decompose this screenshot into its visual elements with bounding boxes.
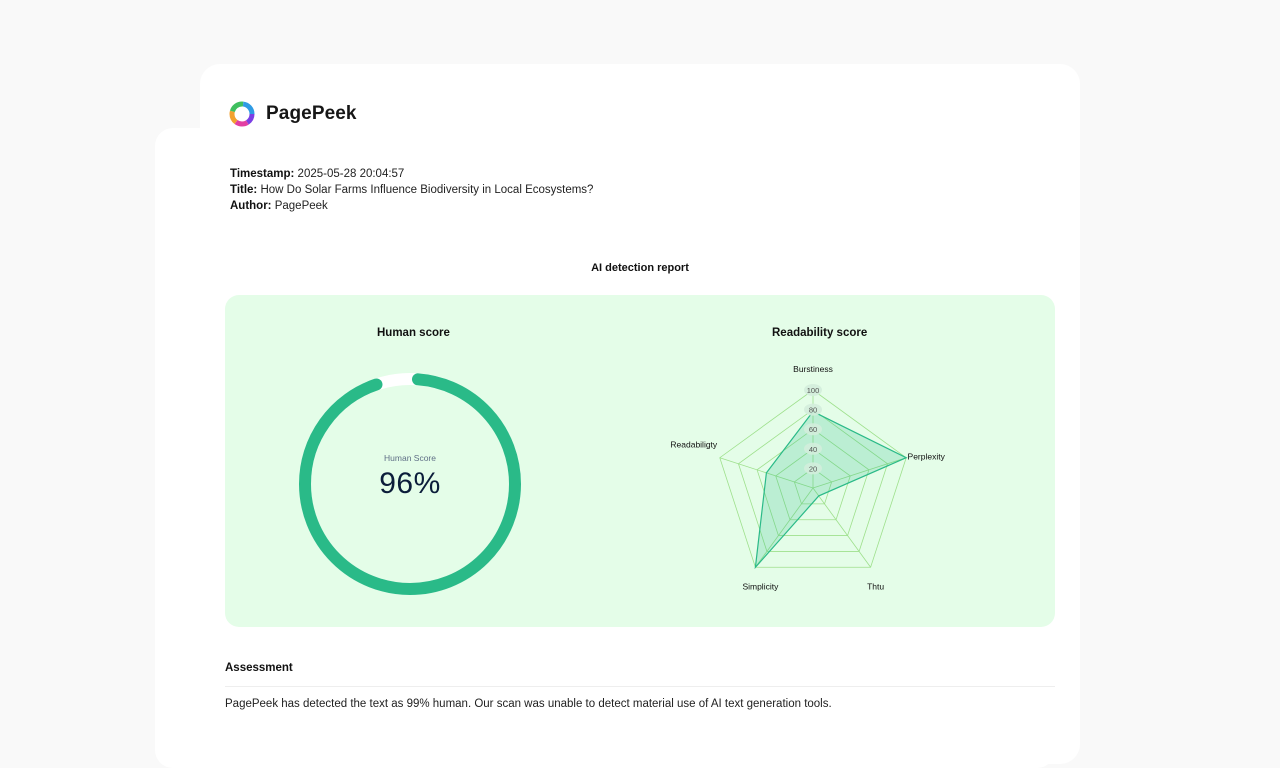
human-score-value: 96%: [379, 467, 441, 500]
radar-tick-label-80: 80: [809, 406, 817, 415]
readability-radar-chart: 20 40 60 80 100 Burstiness Perplexity Thtu Simpl…: [670, 364, 946, 591]
report-title: AI detection report: [591, 262, 689, 274]
radar-axis-label-thtu: Thtu: [867, 581, 884, 591]
meta-author: Author: PagePeek: [230, 198, 593, 214]
radar-axis-label-readabiligty: Readabiligty: [670, 440, 718, 450]
radar-tick-label-20: 20: [809, 464, 817, 473]
human-score-center: Human Score 96%: [297, 371, 523, 597]
report-meta: Timestamp: 2025-05-28 20:04:57 Title: Ho…: [230, 166, 593, 214]
radar-axis-label-simplicity: Simplicity: [742, 581, 779, 591]
assessment-divider: [225, 686, 1055, 687]
meta-timestamp-label: Timestamp:: [230, 168, 295, 180]
brand: PagePeek: [228, 100, 357, 128]
meta-timestamp-value: 2025-05-28 20:04:57: [297, 168, 405, 180]
assessment-title: Assessment: [225, 662, 293, 674]
meta-title-label: Title:: [230, 184, 258, 196]
scores-panel: Human score Human Score 96% Readability …: [225, 295, 1055, 627]
meta-author-label: Author:: [230, 200, 272, 212]
radar-axis-label-burstiness: Burstiness: [793, 364, 833, 374]
meta-title-value: How Do Solar Farms Influence Biodiversit…: [260, 184, 594, 196]
meta-author-value: PagePeek: [274, 200, 328, 212]
readability-score-title: Readability score: [772, 327, 868, 339]
radar-spoke-2: [812, 487, 871, 568]
report-card: PagePeek Timestamp: 2025-05-28 20:04:57 …: [200, 64, 1080, 764]
human-score-label: Human Score: [384, 453, 436, 463]
radar-tick-label-100: 100: [807, 386, 820, 395]
meta-timestamp: Timestamp: 2025-05-28 20:04:57: [230, 166, 593, 182]
radar-axis-label-perplexity: Perplexity: [908, 452, 946, 462]
human-score-title: Human score: [377, 327, 450, 339]
brand-name: PagePeek: [266, 103, 357, 124]
assessment-text: PagePeek has detected the text as 99% hu…: [225, 698, 832, 710]
pagepeek-logo-icon: [229, 101, 255, 127]
radar-tick-label-40: 40: [809, 445, 817, 454]
human-score-gauge: Human Score 96%: [297, 371, 523, 597]
meta-title: Title: How Do Solar Farms Influence Biod…: [230, 182, 593, 198]
radar-tick-label-60: 60: [809, 425, 817, 434]
